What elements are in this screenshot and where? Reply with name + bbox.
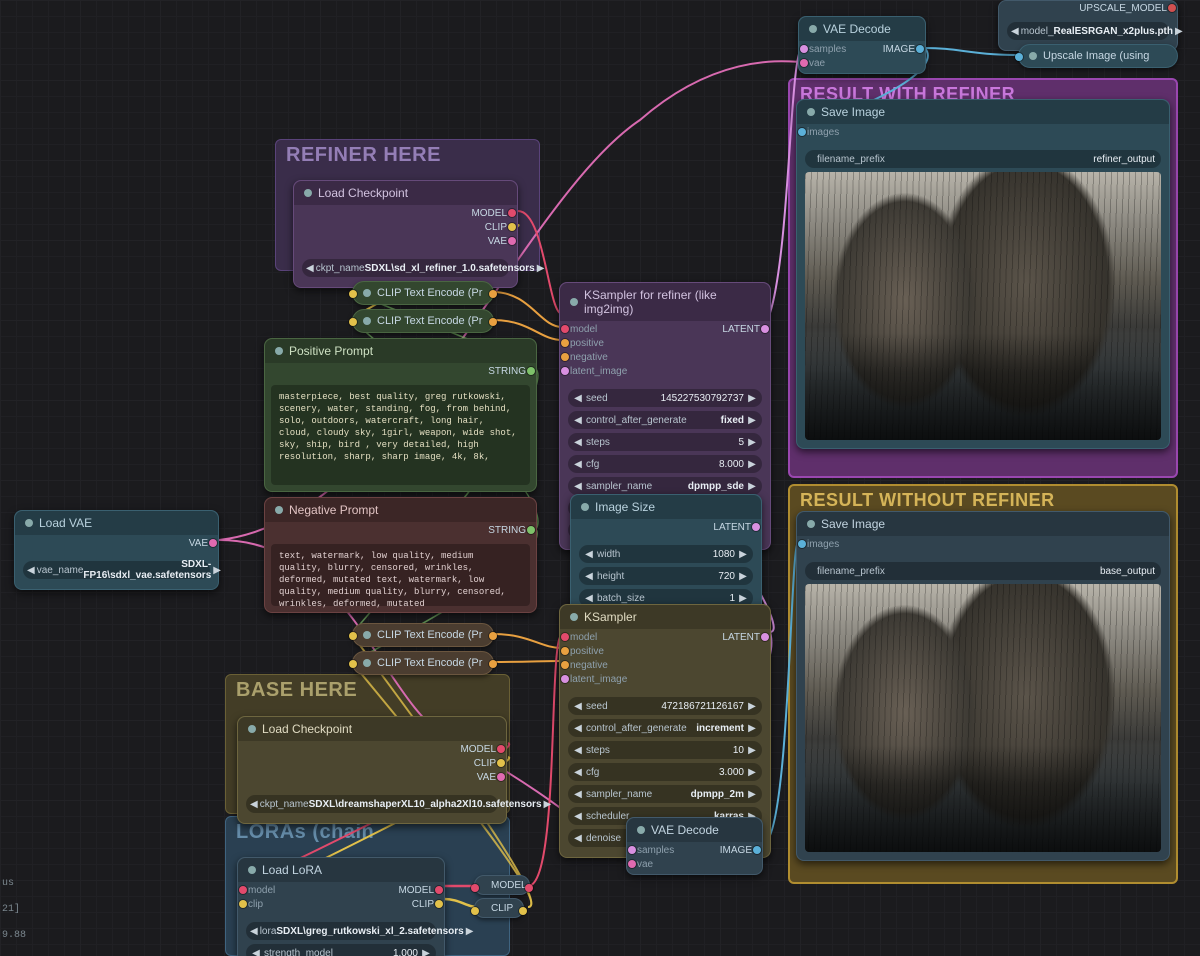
strength-model-input[interactable]: ◀strength_model1.000▶ — [246, 944, 436, 956]
node-clip-text-encode-base-pos[interactable]: CLIP Text Encode (Pr — [352, 623, 494, 647]
node-save-image-base[interactable]: Save Image images filename_prefixbase_ou… — [796, 511, 1170, 861]
node-title: Negative Prompt — [289, 503, 378, 517]
node-save-image-refiner[interactable]: Save Image images filename_prefixrefiner… — [796, 99, 1170, 449]
node-title: Load LoRA — [262, 863, 322, 877]
node-load-vae[interactable]: Load VAE VAE ◀ vae_name SDXL-FP16\sdxl_v… — [14, 510, 219, 590]
group-title: REFINER HERE — [286, 144, 441, 167]
control-after-generate-combo[interactable]: ◀control_after_generatefixed▶ — [568, 411, 762, 429]
group-title: LORAs (chain — [236, 821, 374, 844]
node-clip-text-encode-refiner-neg[interactable]: CLIP Text Encode (Pr — [352, 309, 494, 333]
chevron-right-icon[interactable]: ▶ — [213, 565, 221, 576]
group-title: RESULT WITHOUT REFINER — [800, 490, 1055, 511]
log-text: us — [2, 878, 14, 889]
node-title: Save Image — [821, 517, 885, 531]
node-title: Save Image — [821, 105, 885, 119]
filename-prefix-input[interactable]: filename_prefixbase_output — [805, 562, 1161, 580]
node-positive-prompt[interactable]: Positive Prompt STRING masterpiece, best… — [264, 338, 537, 492]
node-title: Positive Prompt — [289, 344, 373, 358]
chevron-right-icon[interactable]: ▶ — [537, 263, 545, 274]
log-text: 9.88 — [2, 930, 26, 941]
node-load-lora[interactable]: Load LoRA model clip MODEL CLIP ◀loraSDX… — [237, 857, 445, 956]
vae-name-combo[interactable]: ◀ vae_name SDXL-FP16\sdxl_vae.safetensor… — [23, 561, 210, 579]
ckpt-name-combo[interactable]: ◀ckpt_name SDXL\dreamshaperXL10_alpha2Xl… — [246, 795, 498, 813]
cfg-input[interactable]: ◀cfg3.000▶ — [568, 763, 762, 781]
node-vae-decode-top[interactable]: VAE Decode samples vae IMAGE — [798, 16, 926, 74]
node-clip-text-encode-refiner-pos[interactable]: CLIP Text Encode (Pr — [352, 281, 494, 305]
seed-input[interactable]: ◀seed145227530792737▶ — [568, 389, 762, 407]
node-title: KSampler for refiner (like img2img) — [584, 288, 760, 316]
group-title: BASE HERE — [236, 679, 357, 702]
upscale-model-combo[interactable]: ◀model_RealESRGAN_x2plus.pth▶ — [1007, 22, 1169, 40]
width-input[interactable]: ◀width1080▶ — [579, 545, 753, 563]
node-title: Image Size — [595, 500, 655, 514]
seed-input[interactable]: ◀seed472186721126167▶ — [568, 697, 762, 715]
filename-prefix-input[interactable]: filename_prefixrefiner_output — [805, 150, 1161, 168]
node-refiner-load-checkpoint[interactable]: Load Checkpoint MODEL CLIP VAE ◀ ckpt_na… — [293, 180, 518, 288]
height-input[interactable]: ◀height720▶ — [579, 567, 753, 585]
node-negative-prompt[interactable]: Negative Prompt STRING text, watermark, … — [264, 497, 537, 613]
control-after-generate-combo[interactable]: ◀control_after_generateincrement▶ — [568, 719, 762, 737]
steps-input[interactable]: ◀steps5▶ — [568, 433, 762, 451]
lora-name-combo[interactable]: ◀loraSDXL\greg_rutkowski_xl_2.safetensor… — [246, 922, 436, 940]
image-preview — [805, 584, 1161, 852]
log-text: 21] — [2, 904, 20, 915]
node-title: Load VAE — [39, 516, 92, 530]
node-clip-text-encode-base-neg[interactable]: CLIP Text Encode (Pr — [352, 651, 494, 675]
sampler-name-combo[interactable]: ◀sampler_namedpmpp_2m▶ — [568, 785, 762, 803]
node-title: Load Checkpoint — [262, 722, 352, 736]
node-reroute-model[interactable]: MODEL — [474, 875, 530, 895]
node-reroute-clip[interactable]: CLIP — [474, 898, 524, 918]
node-vae-decode-bottom[interactable]: VAE Decode samples vae IMAGE — [626, 817, 763, 875]
positive-prompt-text[interactable]: masterpiece, best quality, greg rutkowsk… — [271, 385, 530, 485]
sampler-name-combo[interactable]: ◀sampler_namedpmpp_sde▶ — [568, 477, 762, 495]
node-title: VAE Decode — [651, 823, 719, 837]
image-preview — [805, 172, 1161, 440]
chevron-left-icon[interactable]: ◀ — [306, 263, 314, 274]
node-title: Load Checkpoint — [318, 186, 408, 200]
node-title: VAE Decode — [823, 22, 891, 36]
node-base-load-checkpoint[interactable]: Load Checkpoint MODEL CLIP VAE ◀ckpt_nam… — [237, 716, 507, 824]
cfg-input[interactable]: ◀cfg8.000▶ — [568, 455, 762, 473]
node-upscale-image[interactable]: Upscale Image (using — [1018, 44, 1178, 68]
node-image-size[interactable]: Image Size LATENT ◀width1080▶ ◀height720… — [570, 494, 762, 618]
node-title: KSampler — [584, 610, 637, 624]
ckpt-name-combo[interactable]: ◀ ckpt_name SDXL\sd_xl_refiner_1.0.safet… — [302, 259, 509, 277]
negative-prompt-text[interactable]: text, watermark, low quality, medium qua… — [271, 544, 530, 606]
steps-input[interactable]: ◀steps10▶ — [568, 741, 762, 759]
chevron-left-icon[interactable]: ◀ — [27, 565, 35, 576]
